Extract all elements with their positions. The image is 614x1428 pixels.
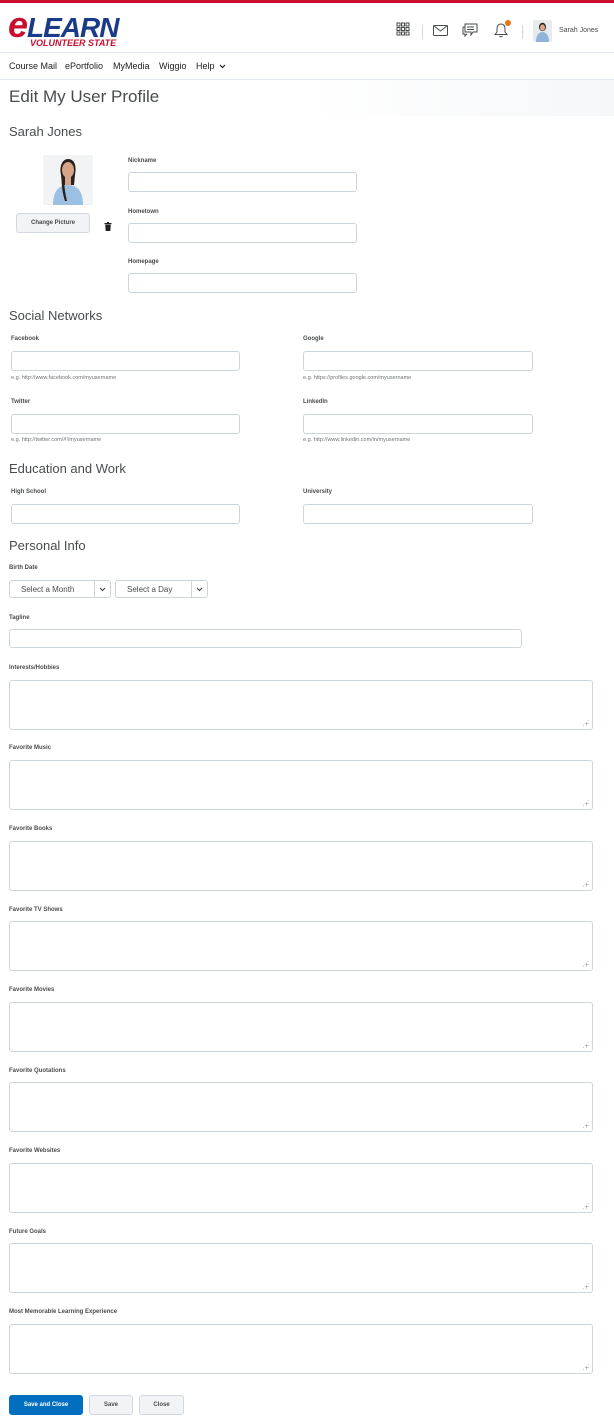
education-heading: Education and Work <box>9 461 126 476</box>
mail-icon[interactable] <box>431 21 449 39</box>
resize-grip-icon[interactable] <box>582 880 589 887</box>
social-networks-heading: Social Networks <box>9 308 103 323</box>
notification-dot <box>505 20 511 26</box>
nav-help-label: Help <box>196 61 215 71</box>
chevron-down-icon <box>94 581 110 597</box>
high-school-label: High School <box>11 489 46 495</box>
nav-item-mymedia[interactable]: MyMedia <box>113 61 150 71</box>
interests-label: Interests/Hobbies <box>9 665 60 671</box>
trash-icon[interactable] <box>104 218 112 231</box>
tagline-label: Tagline <box>9 615 30 621</box>
resize-grip-icon[interactable] <box>582 719 589 726</box>
favorite-music-textarea[interactable] <box>9 760 593 810</box>
elearn-logo[interactable]: eLEARN VOLUNTEER STATE <box>8 7 119 50</box>
chat-icon[interactable] <box>461 21 479 39</box>
favorite-tv-textarea[interactable] <box>9 921 593 971</box>
favorite-tv-label: Favorite TV Shows <box>9 907 63 913</box>
favorite-websites-textarea[interactable] <box>9 1163 593 1213</box>
resize-grip-icon[interactable] <box>582 799 589 806</box>
resize-grip-icon[interactable] <box>582 1363 589 1370</box>
high-school-input[interactable] <box>11 504 240 524</box>
avatar[interactable] <box>533 20 552 42</box>
close-button[interactable]: Close <box>139 1395 184 1415</box>
favorite-quotations-textarea[interactable] <box>9 1082 593 1132</box>
bell-icon[interactable] <box>492 20 511 39</box>
logo-subtext: VOLUNTEER STATE <box>30 38 117 48</box>
nav-item-course-mail[interactable]: Course Mail <box>9 61 57 71</box>
month-select[interactable]: Select a Month <box>9 580 111 598</box>
facebook-hint: e.g. http://www.facebook.com/myusername <box>11 375 117 381</box>
page-title: Edit My User Profile <box>9 87 160 106</box>
nav-item-help[interactable]: Help <box>196 61 226 71</box>
homepage-input[interactable] <box>128 273 357 293</box>
change-picture-button[interactable]: Change Picture <box>16 213 90 233</box>
linkedin-hint: e.g. http://www.linkedin.com/in/myuserna… <box>303 437 411 443</box>
waffle-grid-icon[interactable] <box>394 20 412 38</box>
nav-item-wiggio[interactable]: Wiggio <box>159 61 187 71</box>
favorite-quotations-label: Favorite Quotations <box>9 1068 66 1074</box>
resize-grip-icon[interactable] <box>582 1202 589 1209</box>
chevron-down-icon <box>219 64 226 69</box>
favorite-music-label: Favorite Music <box>9 745 52 751</box>
favorite-movies-textarea[interactable] <box>9 1002 593 1052</box>
course-navbar: Course Mail ePortfolio MyMedia Wiggio He… <box>0 52 614 80</box>
header-user-name[interactable]: Sarah Jones <box>559 27 598 34</box>
favorite-movies-label: Favorite Movies <box>9 987 55 993</box>
save-button[interactable]: Save <box>89 1395 133 1415</box>
personal-info-heading: Personal Info <box>9 538 86 553</box>
nav-item-eportfolio[interactable]: ePortfolio <box>65 61 103 71</box>
google-input[interactable] <box>303 351 533 371</box>
nickname-label: Nickname <box>128 158 157 164</box>
day-select-value: Select a Day <box>127 585 173 594</box>
nickname-input[interactable] <box>128 172 357 192</box>
google-hint: e.g. https://profiles.google.com/myusern… <box>303 375 412 381</box>
twitter-hint: e.g. http://twitter.com/#!/myusername <box>11 437 102 443</box>
university-input[interactable] <box>303 504 533 524</box>
resize-grip-icon[interactable] <box>582 1282 589 1289</box>
profile-user-name: Sarah Jones <box>9 124 82 139</box>
header-divider <box>522 25 523 39</box>
chevron-down-icon <box>191 581 207 597</box>
linkedin-input[interactable] <box>303 414 533 434</box>
hometown-label: Hometown <box>128 209 159 215</box>
interests-textarea[interactable] <box>9 680 593 730</box>
tagline-input[interactable] <box>9 629 522 648</box>
google-label: Google <box>303 336 324 342</box>
facebook-label: Facebook <box>11 336 40 342</box>
profile-picture <box>43 155 93 205</box>
linkedin-label: LinkedIn <box>303 399 328 405</box>
favorite-books-label: Favorite Books <box>9 826 53 832</box>
university-label: University <box>303 489 333 495</box>
logo-letter-e: e <box>8 4 28 45</box>
save-and-close-button[interactable]: Save and Close <box>9 1395 83 1415</box>
future-goals-label: Future Goals <box>9 1229 47 1235</box>
facebook-input[interactable] <box>11 351 240 371</box>
memorable-experience-label: Most Memorable Learning Experience <box>9 1309 118 1315</box>
resize-grip-icon[interactable] <box>582 1041 589 1048</box>
favorite-websites-label: Favorite Websites <box>9 1148 61 1154</box>
top-header: eLEARN VOLUNTEER STATE Sarah Jones <box>0 0 614 52</box>
twitter-label: Twitter <box>11 399 31 405</box>
birth-date-label: Birth Date <box>9 565 38 571</box>
favorite-books-textarea[interactable] <box>9 841 593 891</box>
twitter-input[interactable] <box>11 414 240 434</box>
month-select-value: Select a Month <box>21 585 75 594</box>
resize-grip-icon[interactable] <box>582 1121 589 1128</box>
memorable-experience-textarea[interactable] <box>9 1324 593 1374</box>
day-select[interactable]: Select a Day <box>115 580 208 598</box>
resize-grip-icon[interactable] <box>582 960 589 967</box>
hometown-input[interactable] <box>128 223 357 243</box>
homepage-label: Homepage <box>128 259 159 265</box>
header-divider <box>422 25 423 39</box>
future-goals-textarea[interactable] <box>9 1243 593 1293</box>
